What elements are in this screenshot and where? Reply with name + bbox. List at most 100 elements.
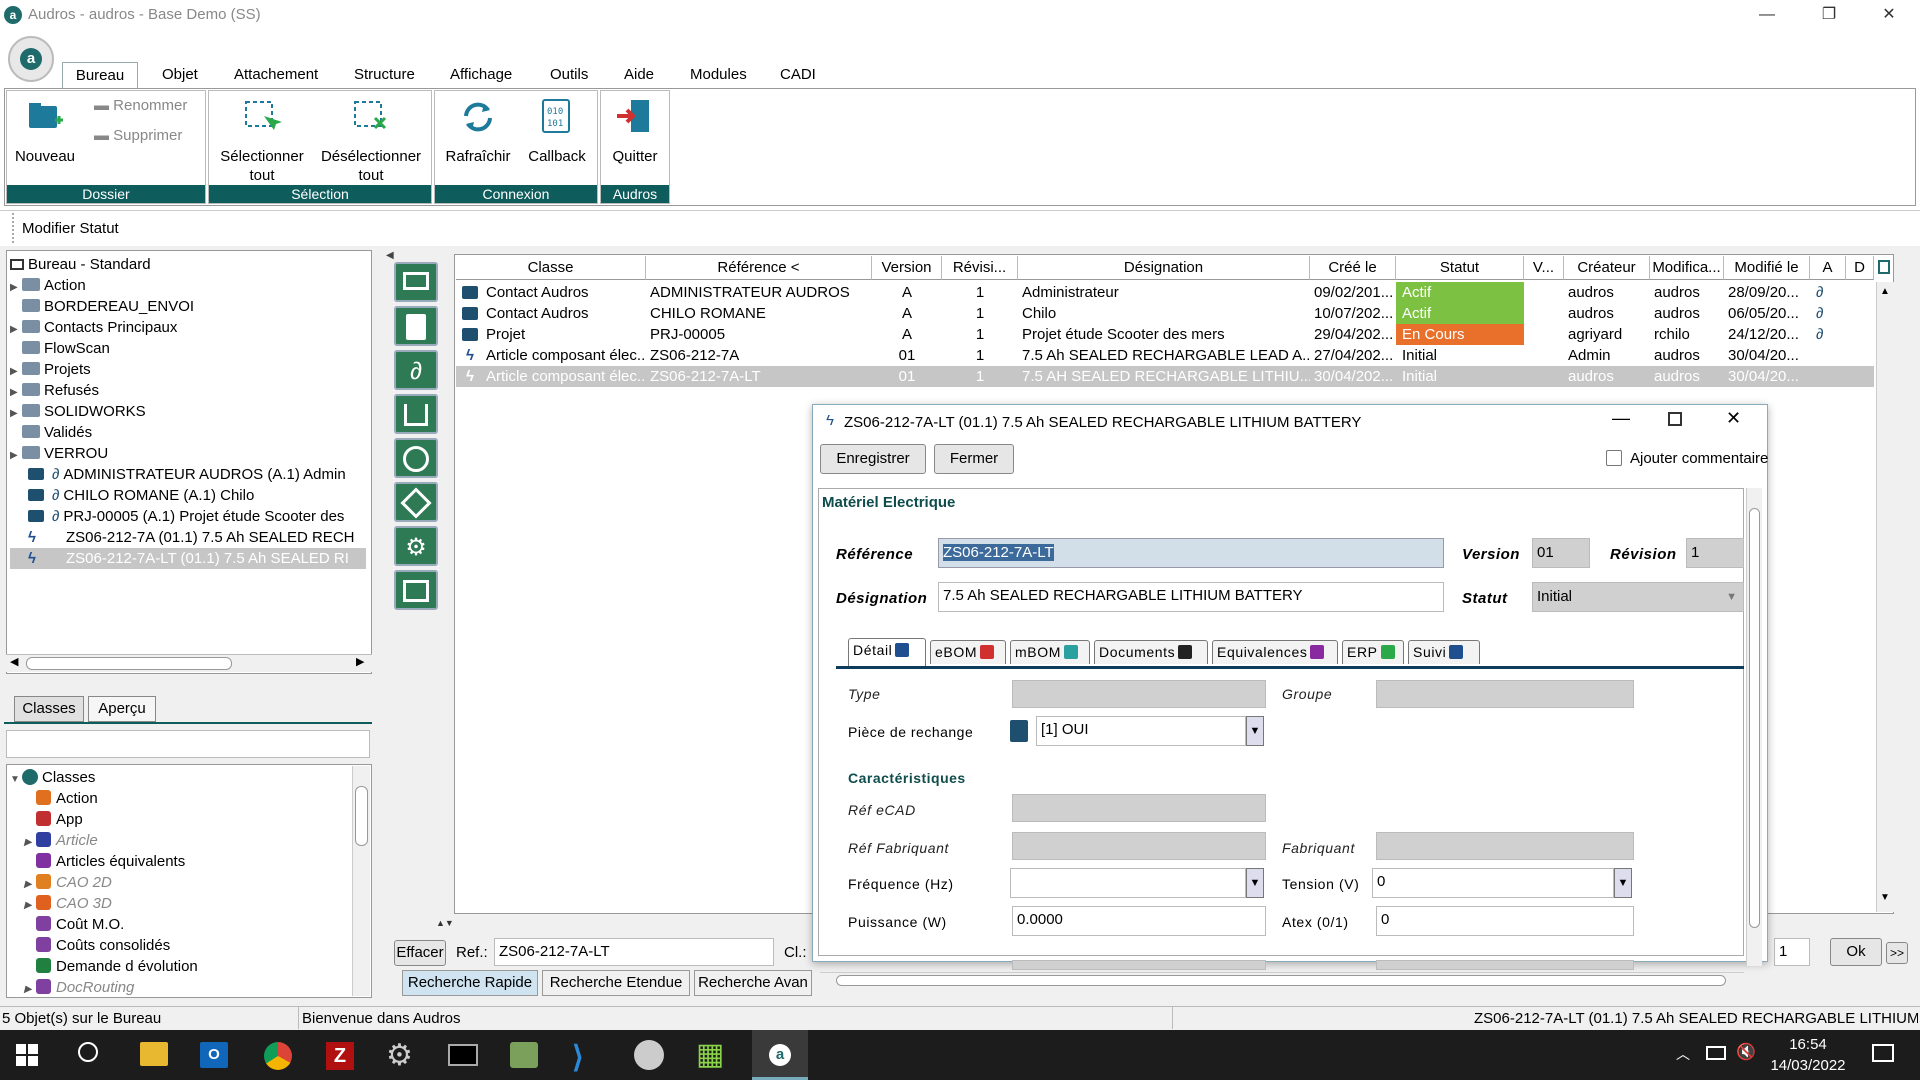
- close-window-button[interactable]: ✕: [1866, 2, 1912, 28]
- tree-h-scrollbar[interactable]: ◀ ▶: [6, 654, 372, 672]
- col-header-statut[interactable]: Statut: [1396, 256, 1524, 280]
- collapse-left-icon[interactable]: ◀: [386, 250, 394, 264]
- grid-app-icon[interactable]: ▦: [696, 1040, 726, 1070]
- side-structure-button[interactable]: [394, 394, 438, 434]
- dialog-tab-suivi[interactable]: Suivi: [1408, 640, 1480, 664]
- side-desktop-button[interactable]: [394, 262, 438, 302]
- expand-icon[interactable]: ▶: [24, 874, 36, 895]
- dialog-tab-documents[interactable]: Documents: [1094, 640, 1208, 664]
- dialog-v-scroll-thumb[interactable]: [1749, 508, 1760, 928]
- tree-object-item[interactable]: ϟ ZS06-212-7A (01.1) 7.5 Ah SEALED RECH: [10, 527, 366, 548]
- vscode-icon[interactable]: ⟩: [572, 1040, 584, 1075]
- scroll-right-icon[interactable]: ▶: [356, 655, 364, 668]
- class-item[interactable]: ▶ CAO 2D: [10, 872, 350, 893]
- expand-icon[interactable]: ▶: [10, 319, 22, 340]
- expand-icon[interactable]: ▶: [10, 403, 22, 424]
- modify-status-button[interactable]: Modifier Statut: [22, 220, 119, 237]
- tree-folder-item[interactable]: ▶ VERROU: [10, 443, 366, 464]
- renommer-button[interactable]: ▬ Renommer: [94, 97, 187, 114]
- side-package-button[interactable]: [394, 482, 438, 522]
- classes-filter-input[interactable]: [6, 730, 370, 758]
- col-header-v[interactable]: V...: [1524, 256, 1564, 280]
- tab-apercu[interactable]: Aperçu: [88, 696, 156, 722]
- col-header-designation[interactable]: Désignation: [1018, 256, 1310, 280]
- expand-icon[interactable]: ▶: [24, 895, 36, 916]
- tab-recherche-avancee[interactable]: Recherche Avan: [694, 970, 812, 996]
- page-input[interactable]: 1: [1774, 938, 1810, 966]
- table-v-scrollbar[interactable]: ▲ ▼: [1876, 282, 1894, 912]
- clock-date[interactable]: 14/03/2022: [1768, 1057, 1848, 1074]
- dialog-v-scrollbar[interactable]: [1746, 488, 1762, 966]
- menu-tab-structure[interactable]: Structure: [348, 62, 421, 88]
- terminal-icon[interactable]: [448, 1044, 478, 1066]
- outlook-icon[interactable]: O: [200, 1042, 228, 1068]
- col-header-createur[interactable]: Créateur: [1564, 256, 1650, 280]
- class-item[interactable]: Coût M.O.: [10, 914, 350, 935]
- add-comment-checkbox[interactable]: [1606, 450, 1622, 466]
- settings-gear-icon[interactable]: ⚙: [386, 1038, 413, 1073]
- menu-tab-outils[interactable]: Outils: [544, 62, 594, 88]
- puissance-input[interactable]: 0.0000: [1012, 906, 1266, 936]
- tree-root[interactable]: Bureau - Standard: [10, 254, 366, 275]
- frequence-dropdown-icon[interactable]: ▼: [1246, 868, 1264, 898]
- tab-classes[interactable]: Classes: [14, 696, 84, 722]
- app-orb-logo-icon[interactable]: a: [20, 48, 42, 70]
- dialog-tab-mbom[interactable]: mBOM: [1010, 640, 1090, 664]
- file-explorer-icon[interactable]: [140, 1042, 168, 1066]
- collapse-icon[interactable]: ▼: [10, 769, 22, 790]
- scroll-up-icon[interactable]: ▲: [1880, 286, 1890, 297]
- menu-tab-cadi[interactable]: CADI: [774, 62, 822, 88]
- expand-icon[interactable]: ▶: [10, 445, 22, 466]
- dialog-minimize-button[interactable]: —: [1612, 408, 1630, 429]
- minimize-button[interactable]: —: [1744, 2, 1790, 28]
- deselect-all-button[interactable]: Désélectionner tout: [318, 98, 424, 185]
- tree-object-item[interactable]: ∂ PRJ-00005 (A.1) Projet étude Scooter de…: [10, 506, 366, 527]
- class-item[interactable]: ▶ CAO 3D: [10, 893, 350, 914]
- classes-scroll-thumb[interactable]: [355, 786, 368, 846]
- dialog-h-scrollbar[interactable]: [820, 972, 1744, 988]
- designation-input[interactable]: 7.5 Ah SEALED RECHARGABLE LITHIUM BATTER…: [938, 582, 1444, 612]
- dialog-h-scroll-thumb[interactable]: [836, 975, 1726, 986]
- piece-select[interactable]: [1] OUI: [1036, 716, 1246, 746]
- statut-select[interactable]: Initial ▼: [1532, 582, 1744, 612]
- remote-tool-icon[interactable]: [634, 1040, 664, 1070]
- tree-folder-item[interactable]: BORDEREAU_ENVOI: [10, 296, 366, 317]
- class-item[interactable]: Demande d évolution: [10, 956, 350, 977]
- col-header-version[interactable]: Version: [872, 256, 942, 280]
- tree-object-item[interactable]: ∂ CHILO ROMANE (A.1) Chilo: [10, 485, 366, 506]
- side-history-button[interactable]: [394, 438, 438, 478]
- tree-folder-item[interactable]: ▶ Refusés: [10, 380, 366, 401]
- menu-tab-aide[interactable]: Aide: [618, 62, 660, 88]
- callback-button[interactable]: 010 101 Callback: [522, 98, 592, 166]
- menu-tab-objet[interactable]: Objet: [156, 62, 204, 88]
- dialog-close-button[interactable]: ✕: [1726, 408, 1741, 429]
- clock-time[interactable]: 16:54: [1778, 1036, 1838, 1053]
- save-button[interactable]: Enregistrer: [820, 444, 926, 474]
- class-item[interactable]: App: [10, 809, 350, 830]
- expand-icon[interactable]: ▶: [24, 979, 36, 1000]
- col-header-modificateur[interactable]: Modifica...: [1650, 256, 1724, 280]
- tree-folder-item[interactable]: ▶ Contacts Principaux: [10, 317, 366, 338]
- splitter-icon[interactable]: ▲▼: [436, 918, 454, 928]
- effacer-button[interactable]: Effacer: [394, 940, 446, 966]
- col-header-revision[interactable]: Révisi...: [942, 256, 1018, 280]
- tab-recherche-rapide[interactable]: Recherche Rapide: [402, 970, 538, 996]
- ok-button[interactable]: Ok: [1830, 938, 1882, 966]
- tension-select[interactable]: 0: [1372, 868, 1614, 898]
- menu-tab-modules[interactable]: Modules: [684, 62, 753, 88]
- menu-tab-affichage[interactable]: Affichage: [444, 62, 518, 88]
- tray-chevron-icon[interactable]: ︿: [1676, 1044, 1690, 1064]
- filezilla-icon[interactable]: Z: [326, 1042, 354, 1070]
- ref-search-input[interactable]: ZS06-212-7A-LT: [494, 938, 774, 966]
- nouveau-button[interactable]: Nouveau: [12, 98, 78, 166]
- refresh-button[interactable]: Rafraîchir: [440, 98, 516, 166]
- expand-icon[interactable]: ▶: [10, 382, 22, 403]
- table-row[interactable]: Contact Audros CHILO ROMANE A 1 Chilo 10/07/2…: [456, 303, 1874, 324]
- next-page-button[interactable]: >>: [1886, 942, 1908, 964]
- column-chooser-icon[interactable]: [1876, 256, 1892, 280]
- class-item[interactable]: Articles équivalents: [10, 851, 350, 872]
- scroll-down-icon[interactable]: ▼: [1880, 892, 1890, 903]
- dialog-tab-ebom[interactable]: eBOM: [930, 640, 1006, 664]
- restore-button[interactable]: ❐: [1806, 2, 1852, 28]
- supprimer-button[interactable]: ▬ Supprimer: [94, 127, 182, 144]
